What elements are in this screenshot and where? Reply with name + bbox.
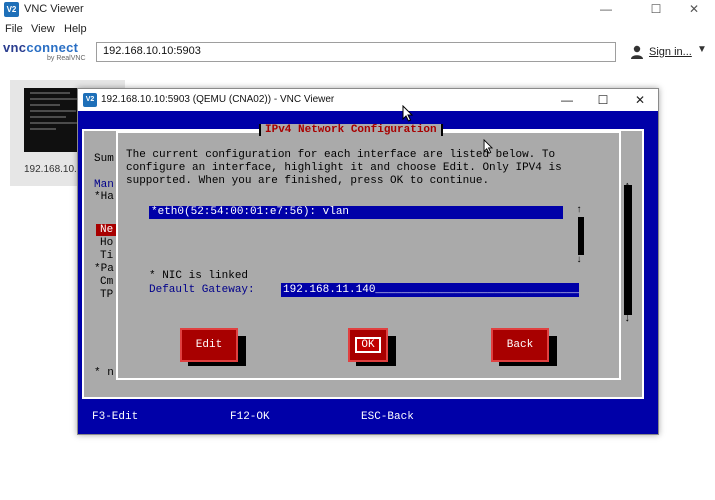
remote-screen[interactable]: Sum Man *Ha Ne Ho Ti *Pa Cm TP * n ↑ ↓ I… — [78, 111, 658, 434]
user-icon[interactable] — [630, 45, 644, 59]
viewer-window: V2 192.168.10.10:5903 (QEMU (CNA02)) - V… — [77, 88, 659, 435]
dialog-title: IPv4 Network Configuration — [259, 124, 443, 136]
app-titlebar: V2 VNC Viewer — ☐ ✕ — [0, 0, 715, 20]
info-line: The current configuration for each inter… — [126, 149, 556, 161]
vnc-logo-icon: V2 — [83, 93, 97, 107]
bg-summary-label: Sum — [94, 153, 114, 165]
edit-button[interactable]: Edit — [180, 328, 238, 362]
bg-item: Ti — [100, 250, 114, 262]
brand-name-b: connect — [26, 40, 79, 55]
ok-button-label: OK — [355, 337, 381, 353]
minimize-button[interactable]: — — [588, 0, 624, 20]
interface-list[interactable]: *eth0(52:54:00:01:e7:56): vlan — [149, 206, 565, 256]
menu-view[interactable]: View — [31, 23, 55, 35]
scroll-down-icon[interactable]: ↓ — [624, 313, 631, 325]
back-button-label: Back — [506, 339, 534, 351]
gateway-input[interactable]: 192.168.11.140__________________________… — [281, 283, 579, 297]
menu-file[interactable]: File — [5, 23, 23, 35]
bg-item: *Pa — [94, 263, 114, 275]
chevron-down-icon[interactable]: ▼ — [697, 44, 707, 55]
bg-item: Ho — [100, 237, 114, 249]
scroll-thumb[interactable] — [578, 217, 584, 255]
app-title: VNC Viewer — [24, 3, 84, 15]
bg-menu-label: Man — [94, 179, 114, 191]
nic-status: * NIC is linked — [149, 270, 249, 282]
ipv4-config-dialog: IPv4 Network Configuration The current c… — [116, 124, 621, 380]
brand-byline: by RealVNC — [47, 55, 86, 62]
fkey-back: ESC-Back — [361, 411, 414, 423]
scroll-down-icon[interactable]: ↓ — [576, 255, 582, 266]
bg-item: *Ha — [94, 191, 114, 203]
bg-footer-note: * n — [94, 367, 114, 379]
scroll-up-icon[interactable]: ↑ — [624, 181, 631, 193]
sign-in-link[interactable]: Sign in... — [649, 46, 692, 58]
menu-help[interactable]: Help — [64, 23, 87, 35]
viewer-maximize-button[interactable]: ☐ — [590, 91, 616, 109]
ok-button[interactable]: OK — [348, 328, 388, 362]
viewer-close-button[interactable]: ✕ — [627, 91, 653, 109]
interface-item-eth0[interactable]: *eth0(52:54:00:01:e7:56): vlan — [149, 206, 563, 219]
bg-item: TP — [100, 289, 114, 301]
address-input[interactable]: 192.168.10.10:5903 — [96, 42, 616, 62]
info-line: supported. When you are finished, press … — [126, 175, 490, 187]
function-key-bar: F3-Edit F12-OK ESC-Back — [78, 411, 658, 429]
remote-cursor-icon — [483, 139, 494, 154]
fkey-ok: F12-OK — [230, 411, 270, 423]
vnc-logo-icon: V2 — [4, 2, 19, 17]
toolbar: vncconnect by RealVNC 192.168.10.10:5903… — [0, 38, 715, 68]
gateway-value: 192.168.11.140 — [283, 284, 376, 296]
gateway-label: Default Gateway: — [149, 284, 255, 296]
viewer-titlebar[interactable]: V2 192.168.10.10:5903 (QEMU (CNA02)) - V… — [78, 89, 658, 111]
bg-item-selected: Ne — [100, 224, 114, 236]
dialog-info: The current configuration for each inter… — [126, 149, 611, 188]
fkey-edit: F3-Edit — [92, 411, 139, 423]
back-button[interactable]: Back — [491, 328, 549, 362]
vnc-connect-logo: vncconnect by RealVNC — [3, 40, 86, 62]
viewer-title: 192.168.10.10:5903 (QEMU (CNA02)) - VNC … — [101, 94, 335, 105]
interface-list-scrollbar[interactable]: ↑ ↓ — [576, 205, 586, 266]
brand-name-a: vnc — [3, 40, 27, 55]
viewer-minimize-button[interactable]: — — [554, 91, 580, 109]
menu-bar: File View Help — [0, 20, 715, 38]
edit-button-label: Edit — [195, 339, 223, 351]
mouse-cursor-icon — [402, 105, 414, 122]
bg-scrollbar[interactable]: ↑ ↓ — [624, 155, 636, 325]
scroll-up-icon[interactable]: ↑ — [576, 205, 582, 216]
maximize-button[interactable]: ☐ — [638, 0, 674, 20]
bg-item: Cm — [100, 276, 114, 288]
close-button[interactable]: ✕ — [676, 0, 712, 20]
info-line: configure an interface, highlight it and… — [126, 162, 562, 174]
